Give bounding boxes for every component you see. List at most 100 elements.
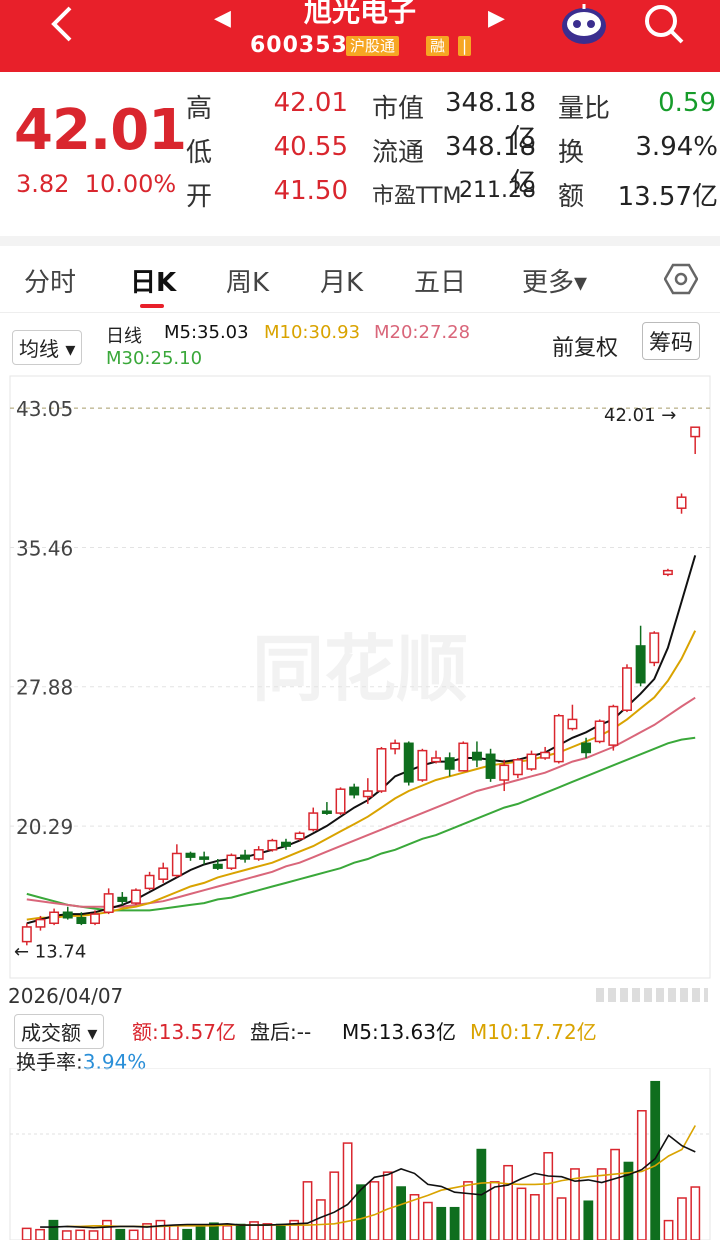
candle-body <box>553 714 564 763</box>
candle-body <box>158 867 169 880</box>
candle <box>526 750 537 771</box>
volume-chart[interactable] <box>0 1068 720 1240</box>
candle-body <box>567 718 578 730</box>
mcap-label: 市值 <box>372 94 425 124</box>
candle-body <box>212 863 223 869</box>
candle-body <box>21 926 32 943</box>
ma30-value: M30:25.10 <box>106 348 203 369</box>
tab-monthly-k[interactable]: 月K <box>320 262 363 299</box>
volume-bar <box>529 1194 540 1240</box>
candle-body <box>471 751 482 761</box>
volume-ma10: M10:17.72亿 <box>470 1020 597 1044</box>
volume-bar <box>677 1197 687 1240</box>
volume-ma5: M5:13.63亿 <box>342 1020 456 1044</box>
candle-body <box>581 742 592 754</box>
last-price: 42.01 <box>14 98 187 163</box>
volume-bar <box>302 1181 313 1240</box>
volume-bar <box>88 1230 99 1240</box>
price-change: 3.82 10.00% <box>16 170 177 198</box>
candle <box>403 741 414 786</box>
candle-body <box>185 852 196 858</box>
candle <box>662 568 673 577</box>
volume-bar <box>168 1225 179 1240</box>
candle-body <box>458 742 469 772</box>
turnover-label: 换 <box>558 138 585 168</box>
candle-body <box>485 753 496 779</box>
y-tick-label: 20.29 <box>16 815 73 839</box>
chart-settings-icon[interactable] <box>664 262 698 296</box>
volume-bar <box>556 1197 567 1240</box>
candle <box>158 862 169 883</box>
volume-bar <box>222 1225 233 1240</box>
volume-bar <box>342 1142 353 1240</box>
candle-body <box>403 742 414 783</box>
candle-body <box>431 757 441 763</box>
tab-intraday[interactable]: 分时 <box>24 262 76 299</box>
candle <box>267 838 278 852</box>
candle-body <box>417 749 428 781</box>
chart-period-tabs: 分时 日K 周K 月K 五日 更多▾ <box>0 246 720 313</box>
pe-label: 市盈TTM <box>372 184 462 209</box>
candle <box>649 631 660 667</box>
search-icon[interactable] <box>640 0 688 48</box>
candle <box>253 846 264 861</box>
candle <box>444 752 455 777</box>
extra-badge: | <box>458 36 472 56</box>
volume-ratio-value: 0.59 <box>658 88 716 118</box>
float-label: 流通 <box>372 138 425 168</box>
volume-bar <box>61 1230 72 1240</box>
candle-body <box>622 667 632 711</box>
volume-bar <box>449 1206 460 1240</box>
candlestick-chart[interactable]: 同花顺 43.05 35.46 27.88 20.29 42.01 → ← 13.74 <box>0 374 720 986</box>
candle <box>103 888 114 915</box>
robot-assistant-icon[interactable] <box>558 2 610 46</box>
candle-body <box>594 720 605 743</box>
volume-bar <box>235 1223 246 1240</box>
candle <box>608 704 619 751</box>
candle-body <box>62 911 73 919</box>
tab-daily-k[interactable]: 日K <box>130 262 176 299</box>
chips-button[interactable]: 筹码 <box>642 322 701 360</box>
tab-five-day[interactable]: 五日 <box>414 262 466 299</box>
section-divider <box>0 236 720 246</box>
volume-bar <box>275 1223 286 1240</box>
volume-bar <box>436 1206 447 1240</box>
volume-bar <box>396 1186 407 1240</box>
next-stock-icon[interactable]: ▶ <box>488 6 505 31</box>
candle <box>185 851 196 861</box>
amount-label: 额 <box>558 182 585 212</box>
stock-code: 600353 <box>250 33 348 58</box>
candle-body <box>103 893 114 913</box>
amount-value: 13.57亿 <box>617 182 718 212</box>
candle-body <box>390 742 401 750</box>
candle-body <box>321 810 332 814</box>
volume-bar <box>636 1110 647 1240</box>
max-price-label: 42.01 → <box>604 405 676 426</box>
volume-bar <box>115 1228 126 1240</box>
adjust-mode[interactable]: 前复权 <box>552 330 618 362</box>
tab-weekly-k[interactable]: 周K <box>226 262 269 299</box>
high-value: 42.01 <box>273 88 348 118</box>
candle-body <box>349 786 360 796</box>
tab-more[interactable]: 更多▾ <box>522 262 587 299</box>
candle-body <box>335 788 346 814</box>
header-bar: ◀ 旭光电子 ▶ 600353 沪股通 融 | <box>0 0 720 72</box>
after-hours: 盘后:-- <box>250 1020 312 1044</box>
volume-bar <box>182 1228 193 1240</box>
ma-selector[interactable]: 均线 ▾ <box>12 330 83 365</box>
candle-body <box>171 852 182 877</box>
volume-bar <box>128 1229 139 1240</box>
volume-bar <box>422 1201 433 1240</box>
candle <box>431 750 441 764</box>
low-label: 低 <box>186 138 213 168</box>
scroll-indicator[interactable] <box>596 988 708 1002</box>
candle <box>240 849 251 863</box>
candle-body <box>76 917 87 925</box>
candle <box>471 741 482 768</box>
volume-bar <box>596 1168 607 1240</box>
volume-bar <box>35 1228 45 1240</box>
volume-selector[interactable]: 成交额 ▾ <box>14 1014 105 1049</box>
volume-bar <box>489 1181 500 1240</box>
chart-date: 2026/04/07 <box>8 984 124 1008</box>
candle-body <box>253 849 264 860</box>
